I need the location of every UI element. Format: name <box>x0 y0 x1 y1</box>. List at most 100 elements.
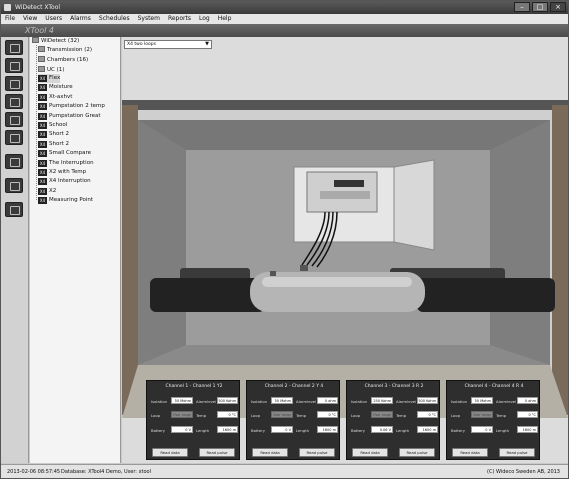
status-copyright: (C) Wideco Sweden AB, 2013 <box>487 469 560 475</box>
tree-item[interactable]: X4 Measuring Point <box>38 196 93 205</box>
loop-label: Loop <box>151 413 161 418</box>
tree-item[interactable]: X4 X4 Interruption <box>38 177 91 186</box>
tree-root[interactable]: WiDetect (32) <box>32 37 79 46</box>
network-icon[interactable] <box>5 94 23 109</box>
alarmlevel-value: 500 Kohm <box>417 397 438 404</box>
camera-icon[interactable] <box>5 154 23 169</box>
menu-system[interactable]: System <box>138 14 160 24</box>
read-data-button[interactable]: Read data <box>352 448 388 457</box>
chamber-illustration <box>122 100 568 418</box>
alarmlevel-value: 0 ohm <box>317 397 338 404</box>
device-icon: X4 <box>38 122 47 129</box>
menu-file[interactable]: File <box>5 14 15 24</box>
tree-item[interactable]: X4 Pumpstation Great <box>38 112 101 121</box>
read-data-button[interactable]: Read data <box>252 448 288 457</box>
length-label: Length <box>396 428 410 433</box>
menu-help[interactable]: Help <box>218 14 232 24</box>
battery-label: Battery <box>251 428 266 433</box>
length-value: 1600 m <box>417 426 438 433</box>
loop-label: Loop <box>451 413 461 418</box>
device-icon: X4 <box>38 150 47 158</box>
minimize-button[interactable]: – <box>514 2 530 12</box>
document-icon[interactable] <box>5 112 23 127</box>
title-bar: WiDetect XTool – □ × <box>1 1 568 14</box>
menu-view[interactable]: View <box>23 14 37 24</box>
chart-icon[interactable] <box>5 40 23 55</box>
battery-value: 0.06 V <box>371 426 393 433</box>
tree-item-label: X2 with Temp <box>49 169 87 175</box>
window-controls: – □ × <box>514 2 566 12</box>
tree-item-label: X2 <box>49 187 57 194</box>
isolation-label: Isolation <box>351 399 368 404</box>
alarmlevel-label: Alarmlevel <box>196 399 217 404</box>
temp-label: Temp <box>296 413 307 418</box>
isolation-label: Isolation <box>151 399 168 404</box>
tree-item-label: School <box>49 122 68 128</box>
left-toolbar <box>1 37 29 463</box>
menu-log[interactable]: Log <box>199 14 210 24</box>
read-pulse-button[interactable]: Read pulse <box>299 448 335 457</box>
app-icon <box>4 4 11 11</box>
menu-bar: File View Users Alarms Schedules System Report… <box>1 14 568 24</box>
maximize-button[interactable]: □ <box>532 2 548 12</box>
device-icon: X4 <box>38 103 47 111</box>
channel-panel: Channel 2 - Channel 2 Y 4 Isolation 50 Moh… <box>246 380 340 460</box>
read-pulse-button[interactable]: Read pulse <box>199 448 235 457</box>
tree-item-label: The Interruption <box>49 159 94 166</box>
menu-reports[interactable]: Reports <box>168 14 191 24</box>
monitor-icon[interactable] <box>5 76 23 91</box>
loop-label: Loop <box>351 413 361 418</box>
sensor-clip <box>300 265 308 271</box>
tree-item[interactable]: X4 X2 <box>38 187 56 196</box>
gear-icon[interactable] <box>5 58 23 73</box>
tree-item[interactable]: X4 Xt-axhvt <box>38 93 72 102</box>
view-select[interactable]: X4 two loops ▼ <box>124 40 212 49</box>
lightning-icon[interactable] <box>5 202 23 217</box>
tree-group[interactable]: Transmission (2) <box>38 46 92 55</box>
device-icon: X4 <box>38 84 47 92</box>
tree-item[interactable]: X4 Small Compare <box>38 149 91 158</box>
settings-grid-icon[interactable] <box>5 130 23 145</box>
read-data-button[interactable]: Read data <box>452 448 488 457</box>
device-icon: X4 <box>38 140 47 148</box>
menu-users[interactable]: Users <box>45 14 62 24</box>
tree-item[interactable]: X4 Moisture <box>38 83 73 92</box>
tree-item-label: Xt-axhvt <box>49 93 73 100</box>
channel-title: Channel 1 - Channel 1 Y2 <box>165 384 223 389</box>
tree-item[interactable]: X4 Short 2 <box>38 130 69 139</box>
alarmlevel-value: 0 ohm <box>517 397 538 404</box>
tree-group[interactable]: Chambers (16) <box>38 56 88 65</box>
read-pulse-button[interactable]: Read pulse <box>499 448 535 457</box>
menu-alarms[interactable]: Alarms <box>70 14 91 24</box>
tree-item[interactable]: X4 Pumpstation 2 temp <box>38 102 105 111</box>
status-datetime: 2013-02-06 08:57:45 <box>7 469 61 475</box>
app-window: WiDetect XTool – □ × File View Users Alarms… <box>0 0 569 479</box>
isolation-label: Isolation <box>251 399 268 404</box>
read-data-button[interactable]: Read data <box>152 448 188 457</box>
loop-value: Over range <box>371 411 393 418</box>
read-pulse-button[interactable]: Read pulse <box>399 448 435 457</box>
view-select-value: X4 two loops <box>127 42 156 47</box>
device-icon: X4 <box>38 112 47 120</box>
tree-item[interactable]: X4 Short 2 <box>38 140 69 149</box>
device-icon: X4 <box>38 93 47 101</box>
device-icon: X4 <box>38 197 47 205</box>
isolation-value: 50 Mohm <box>471 397 493 404</box>
tree-root-label: WiDetect (32) <box>41 38 80 44</box>
length-label: Length <box>496 428 510 433</box>
length-label: Length <box>196 428 210 433</box>
calendar-icon[interactable] <box>5 178 23 193</box>
window-title: WiDetect XTool <box>15 4 61 11</box>
tree-item[interactable]: X4 X2 with Temp <box>38 168 86 177</box>
tree-guide-line <box>36 45 37 200</box>
device-icon: X4 <box>38 187 47 195</box>
channel-panel: Channel 1 - Channel 1 Y2 Isolation 50 Mohm… <box>146 380 240 460</box>
tree-item[interactable]: X4 The Interruption <box>38 159 94 168</box>
close-button[interactable]: × <box>550 2 566 12</box>
length-value: 1600 m <box>517 426 538 433</box>
tree-group-label: UC (1) <box>47 67 65 73</box>
tree-item[interactable]: X4 School <box>38 121 67 130</box>
menu-schedules[interactable]: Schedules <box>99 14 130 24</box>
isolation-value: 50 Mohm <box>171 397 193 404</box>
tree-item[interactable]: X4 Flex <box>38 74 61 83</box>
